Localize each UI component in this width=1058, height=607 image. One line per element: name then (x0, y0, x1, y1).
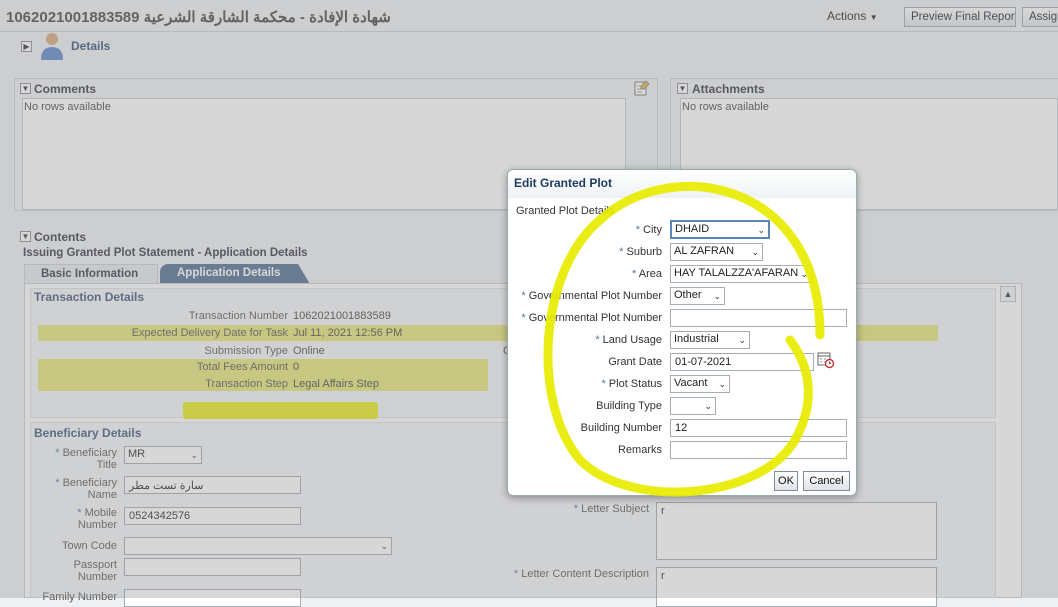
ok-button[interactable]: OK (774, 471, 798, 491)
area-select[interactable]: HAY TALALZZA'AFARAN ⌄ (670, 265, 812, 283)
suburb-label: * Suburb (619, 246, 662, 258)
remarks-label: Remarks (617, 444, 662, 456)
governmental-plot-number-input[interactable] (670, 309, 847, 327)
chevron-down-icon: ⌄ (757, 225, 765, 235)
dialog-section-title: Granted Plot Details (516, 205, 615, 217)
plot-status-select[interactable]: Vacant ⌄ (670, 375, 730, 393)
chevron-down-icon: ⌄ (738, 335, 746, 345)
building-number-label: Building Number (580, 422, 662, 434)
chevron-down-icon: ⌄ (704, 401, 712, 411)
required-icon: * (632, 268, 639, 280)
city-label: * City (635, 224, 662, 236)
suburb-select[interactable]: AL ZAFRAN ⌄ (670, 243, 763, 261)
building-type-label: Building Type (596, 400, 662, 412)
dialog-title: Edit Granted Plot (514, 176, 613, 190)
land-usage-select[interactable]: Industrial ⌄ (670, 331, 750, 349)
required-icon: * (635, 224, 644, 236)
plot-status-label: * Plot Status (601, 378, 662, 390)
area-label: * Area (632, 268, 662, 280)
chevron-down-icon: ⌄ (751, 247, 759, 257)
required-icon: * (595, 334, 603, 346)
remarks-input[interactable] (670, 441, 847, 459)
governmental-plot-number-type-select[interactable]: Other ⌄ (670, 287, 725, 305)
governmental-plot-number-label: * Governmental Plot Number (521, 312, 662, 324)
cancel-button[interactable]: Cancel (803, 471, 850, 491)
governmental-plot-number-type-label: * Governmental Plot Number (521, 290, 662, 302)
required-icon: * (619, 246, 627, 258)
calendar-icon[interactable] (817, 351, 835, 369)
required-icon: * (521, 312, 529, 324)
grant-date-label: Grant Date (608, 356, 662, 368)
required-icon: * (521, 290, 529, 302)
chevron-down-icon: ⌄ (718, 379, 726, 389)
building-type-select[interactable]: ⌄ (670, 397, 716, 415)
edit-granted-plot-dialog: Edit Granted Plot Granted Plot Details *… (507, 169, 857, 496)
city-select[interactable]: DHAID ⌄ (670, 220, 770, 239)
chevron-down-icon: ⌄ (713, 291, 721, 301)
grant-date-input[interactable]: 01-07-2021 (670, 353, 814, 371)
required-icon: * (601, 378, 609, 390)
land-usage-label: * Land Usage (595, 334, 662, 346)
building-number-input[interactable]: 12 (670, 419, 847, 437)
chevron-down-icon: ⌄ (800, 269, 808, 279)
